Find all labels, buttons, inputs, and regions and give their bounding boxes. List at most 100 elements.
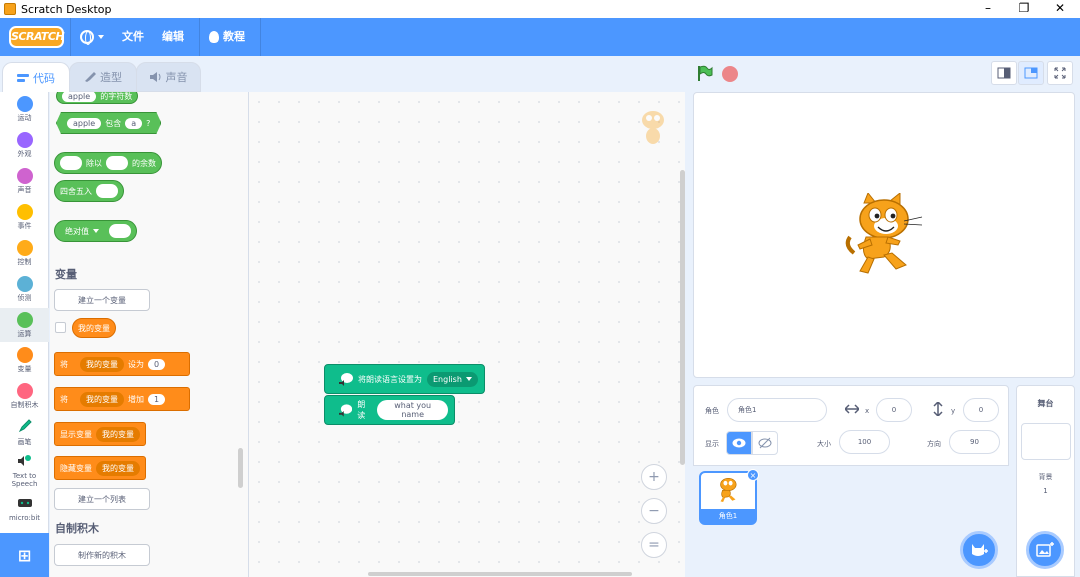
block-mod[interactable]: 除以 的余数 <box>54 152 162 174</box>
speak-text-input[interactable]: what you name <box>377 400 448 420</box>
block-dropdown[interactable]: 我的变量 <box>80 391 124 407</box>
make-block-button[interactable]: 制作新的积木 <box>54 544 150 566</box>
block-speak[interactable]: 朗读 what you name <box>324 395 455 425</box>
category-label: micro:bit <box>8 514 41 522</box>
palette-scrollbar[interactable] <box>238 448 243 488</box>
category-control[interactable]: 控制 <box>0 240 49 266</box>
language-dropdown[interactable]: English <box>427 371 478 387</box>
block-round[interactable]: 四舍五入 <box>54 180 124 202</box>
chevron-down-icon <box>93 229 99 233</box>
block-hide-variable[interactable]: 隐藏变量 我的变量 <box>54 456 146 480</box>
cat-sprite[interactable] <box>844 193 928 279</box>
scratch-logo[interactable]: SCRATCH <box>9 26 65 48</box>
make-list-button[interactable]: 建立一个列表 <box>54 488 150 510</box>
sprite-thumbnail-name: 角色1 <box>701 509 755 523</box>
zoom-out-button[interactable]: − <box>641 498 667 524</box>
close-button[interactable]: ✕ <box>1042 0 1078 18</box>
block-set-speech-language[interactable]: 将朗读语言设置为 English <box>324 364 485 394</box>
large-stage-button[interactable] <box>1018 61 1044 85</box>
add-extension-button[interactable]: ⊞ <box>0 533 49 577</box>
stop-button[interactable] <box>722 66 738 82</box>
category-sound[interactable]: 声音 <box>0 168 49 194</box>
my-blocks-section-title: 自制积木 <box>55 522 99 535</box>
tab-costumes[interactable]: 造型 <box>69 62 137 92</box>
code-horizontal-scrollbar[interactable] <box>368 572 632 576</box>
block-dropdown[interactable]: 我的变量 <box>96 460 140 476</box>
block-input[interactable]: 0 <box>148 358 166 370</box>
speech-icon <box>17 455 31 466</box>
sensing-dot-icon <box>16 276 33 292</box>
direction-input[interactable]: 90 <box>949 430 1000 454</box>
block-input[interactable]: apple <box>62 92 97 102</box>
edit-menu[interactable]: 编辑 <box>153 18 193 56</box>
block-text: 显示变量 <box>60 429 92 439</box>
make-variable-button[interactable]: 建立一个变量 <box>54 289 150 311</box>
block-abs[interactable]: 绝对值 <box>54 220 137 242</box>
hide-sprite-button[interactable] <box>752 431 778 455</box>
x-input[interactable]: 0 <box>876 398 912 422</box>
show-sprite-button[interactable] <box>726 431 752 455</box>
category-events[interactable]: 事件 <box>0 204 49 230</box>
fullscreen-button[interactable] <box>1047 61 1073 85</box>
category-operators[interactable]: 运算 <box>0 308 49 342</box>
category-motion[interactable]: 运动 <box>0 96 49 122</box>
green-flag-icon[interactable] <box>697 65 713 81</box>
code-workspace[interactable]: 将朗读语言设置为 English 朗读 what you name <box>248 92 685 577</box>
sprite-thumbnail[interactable]: × 角色1 <box>699 469 759 525</box>
category-my-blocks[interactable]: 自制积木 <box>0 383 49 409</box>
code-vertical-scrollbar[interactable] <box>680 170 685 465</box>
block-show-variable[interactable]: 显示变量 我的变量 <box>54 422 146 446</box>
block-input[interactable] <box>106 156 128 170</box>
block-my-variable[interactable]: 我的变量 <box>72 318 116 338</box>
category-sensing[interactable]: 侦测 <box>0 276 49 302</box>
block-length-of[interactable]: apple 的字符数 <box>56 92 139 104</box>
y-input[interactable]: 0 <box>963 398 999 422</box>
block-contains[interactable]: apple 包含 a ? <box>56 112 161 134</box>
block-set-variable[interactable]: 将 我的变量 设为 0 <box>54 352 190 376</box>
block-input[interactable]: apple <box>67 118 101 129</box>
variable-checkbox[interactable] <box>55 322 66 333</box>
block-dropdown[interactable]: 我的变量 <box>80 356 124 372</box>
stage-canvas[interactable] <box>693 92 1075 378</box>
choose-sprite-button[interactable] <box>960 531 998 569</box>
maximize-button[interactable]: ❐ <box>1006 0 1042 18</box>
events-dot-icon <box>16 204 33 220</box>
block-dropdown[interactable]: 我的变量 <box>96 426 140 442</box>
choose-backdrop-button[interactable] <box>1026 531 1064 569</box>
minimize-button[interactable]: – <box>970 0 1006 18</box>
category-text-to-speech[interactable]: Text to Speech <box>0 455 49 488</box>
delete-sprite-icon[interactable]: × <box>747 469 759 481</box>
category-label: 变量 <box>17 365 32 373</box>
small-stage-button[interactable] <box>991 61 1017 85</box>
file-menu[interactable]: 文件 <box>113 18 153 56</box>
show-label: 显示 <box>705 440 719 448</box>
language-menu[interactable] <box>71 18 113 56</box>
block-text: 除以 <box>86 158 102 168</box>
block-input[interactable] <box>96 184 118 198</box>
block-input[interactable]: 1 <box>148 393 166 405</box>
tutorials-menu[interactable]: 教程 <box>200 18 254 56</box>
category-label: 运算 <box>17 330 32 338</box>
tab-code[interactable]: 代码 <box>2 62 70 92</box>
stage-thumbnail[interactable] <box>1021 423 1071 460</box>
category-microbit[interactable]: micro:bit <box>0 497 49 522</box>
block-input[interactable] <box>60 156 82 170</box>
zoom-in-button[interactable]: + <box>641 464 667 490</box>
block-input[interactable]: a <box>125 118 142 129</box>
sprite-name-input[interactable]: 角色1 <box>727 398 827 422</box>
category-looks[interactable]: 外观 <box>0 132 49 158</box>
block-input[interactable] <box>109 224 131 238</box>
y-arrows-icon <box>933 402 943 416</box>
category-pen[interactable]: 画笔 <box>0 419 49 446</box>
tab-sounds[interactable]: 声音 <box>136 62 201 92</box>
block-change-variable[interactable]: 将 我的变量 增加 1 <box>54 387 190 411</box>
size-input[interactable]: 100 <box>839 430 890 454</box>
block-text: 设为 <box>128 359 144 369</box>
sprite-name-label: 角色 <box>705 407 719 415</box>
zoom-reset-button[interactable]: = <box>641 532 667 558</box>
tab-sounds-label: 声音 <box>165 71 188 84</box>
sound-dot-icon <box>16 168 33 184</box>
menubar: SCRATCH 文件 编辑 教程 <box>0 18 1080 56</box>
block-dropdown[interactable]: 绝对值 <box>65 226 89 237</box>
category-variables[interactable]: 变量 <box>0 347 49 373</box>
